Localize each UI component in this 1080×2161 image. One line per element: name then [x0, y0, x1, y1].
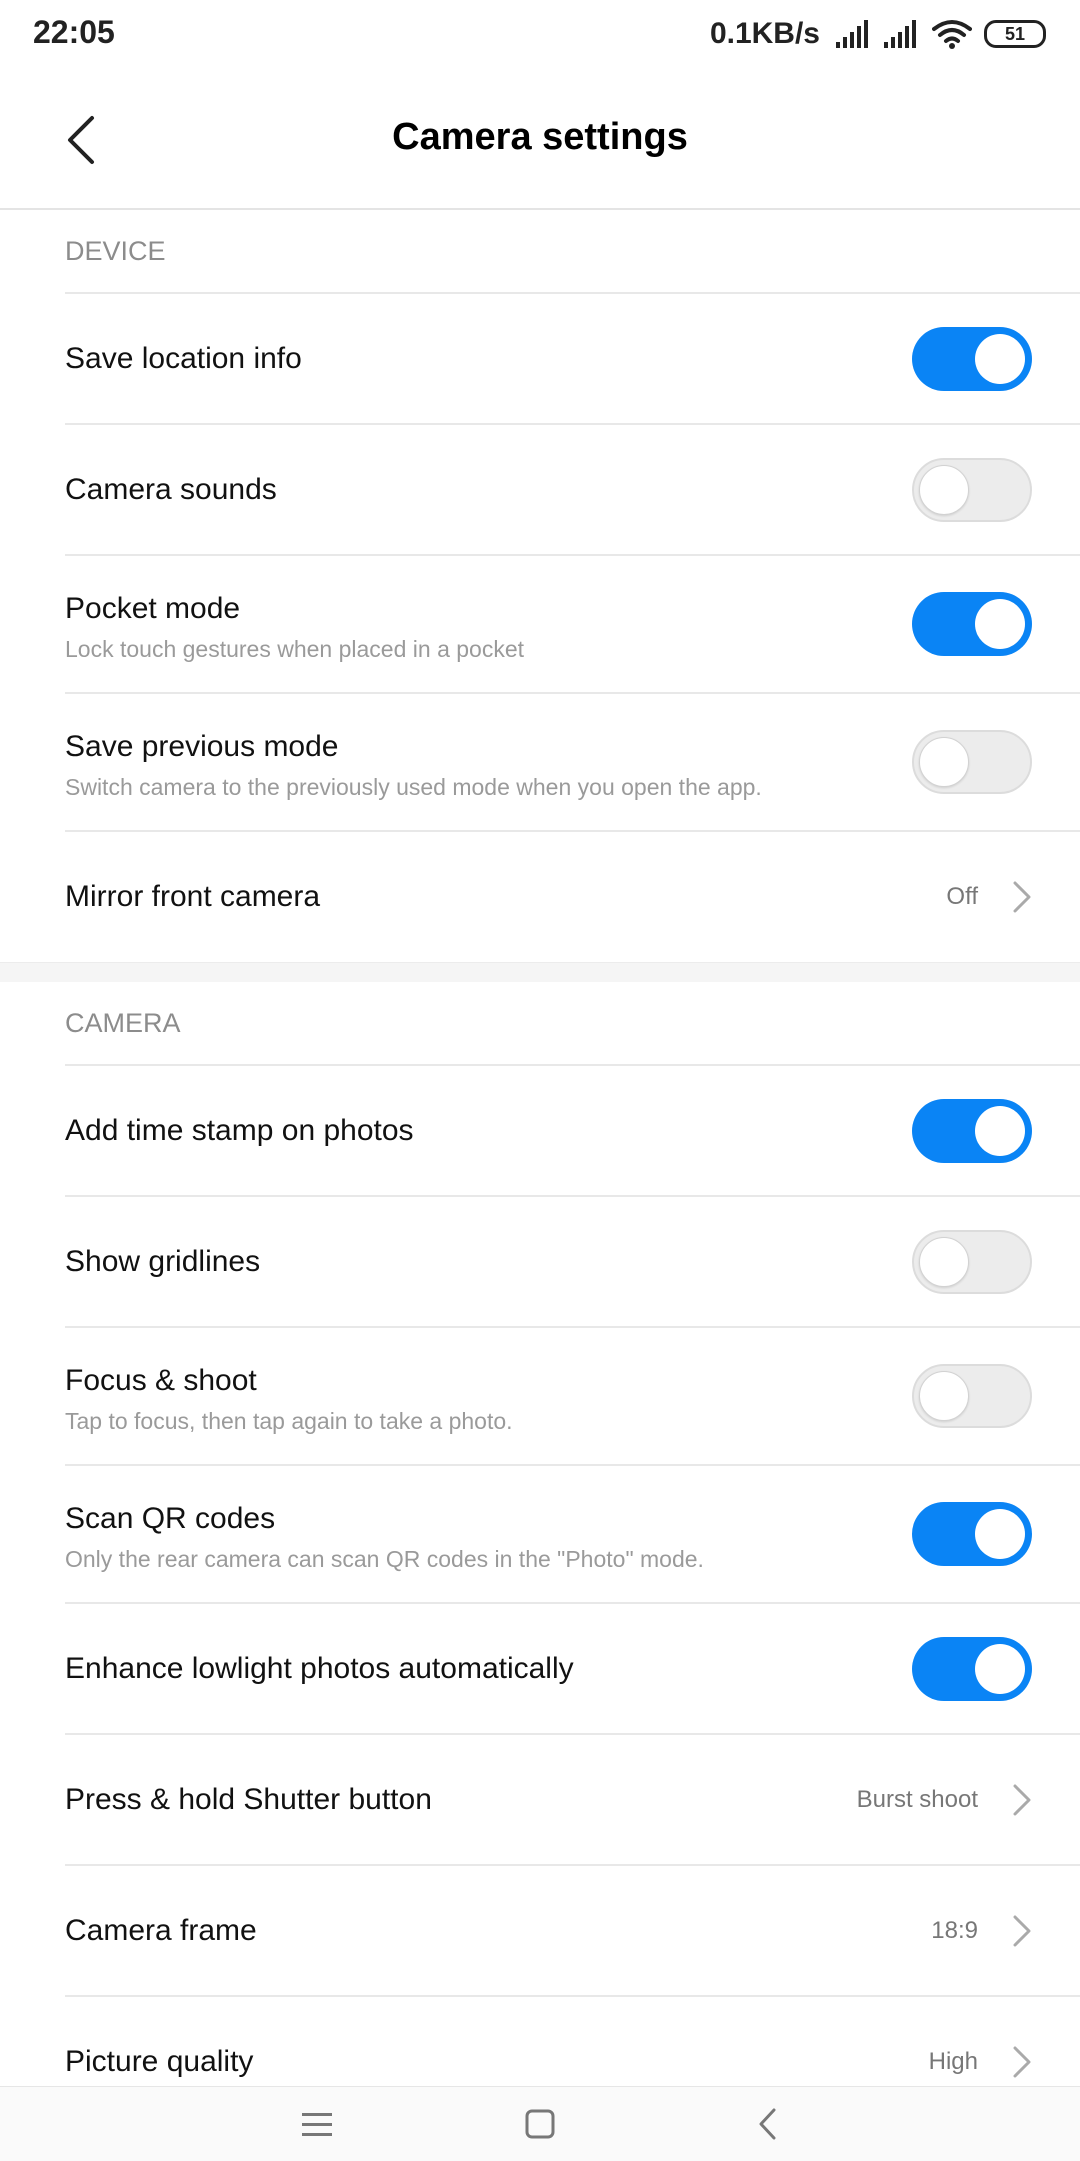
setting-scan-qr[interactable]: Scan QR codes Only the rear camera can s…: [65, 1466, 1080, 1604]
setting-value: High: [928, 2047, 978, 2075]
setting-subtitle: Lock touch gestures when placed in a poc…: [65, 636, 525, 662]
chevron-right-icon: [1013, 1915, 1031, 1946]
camera-section: CAMERA Add time stamp on photos Show gri…: [0, 982, 1080, 2126]
app-header: Camera settings: [0, 70, 1080, 210]
toggle-scan-qr[interactable]: [912, 1502, 1032, 1566]
section-divider: [0, 962, 1080, 984]
toggle-save-location[interactable]: [912, 326, 1032, 391]
net-speed: 0.1KB/s: [709, 17, 820, 50]
navigation-bar: [0, 2086, 1080, 2161]
setting-time-stamp[interactable]: Add time stamp on photos: [65, 1066, 1080, 1197]
menu-icon: [302, 2113, 332, 2136]
setting-value: 18:9: [931, 1916, 978, 1944]
signal-icon: [836, 20, 868, 48]
setting-subtitle: Switch camera to the previously used mod…: [65, 774, 762, 800]
chevron-right-icon: [1013, 881, 1031, 912]
setting-title: Scan QR codes: [65, 1502, 276, 1535]
status-icons: 0.1KB/s 51: [710, 12, 1046, 56]
menu-button[interactable]: [292, 2099, 342, 2149]
setting-title: Focus & shoot: [65, 1364, 257, 1397]
setting-title: Camera sounds: [65, 472, 277, 506]
wifi-icon: [932, 20, 972, 49]
chevron-right-icon: [1013, 2046, 1031, 2077]
toggle-enhance-lowlight[interactable]: [912, 1636, 1032, 1701]
setting-title: Save location info: [65, 341, 302, 375]
toggle-camera-sounds[interactable]: [912, 457, 1032, 522]
setting-value: Off: [946, 882, 978, 910]
setting-title: Enhance lowlight photos automatically: [65, 1651, 574, 1685]
setting-title: Show gridlines: [65, 1244, 261, 1278]
setting-title: Add time stamp on photos: [65, 1113, 414, 1147]
signal-icon: [884, 20, 916, 48]
setting-pocket-mode[interactable]: Pocket mode Lock touch gestures when pla…: [65, 556, 1080, 694]
chevron-right-icon: [1013, 1784, 1031, 1815]
status-time: 22:05: [33, 14, 115, 50]
toggle-save-previous-mode[interactable]: [912, 730, 1032, 794]
section-header-device: DEVICE: [65, 210, 1080, 294]
battery-icon: 51: [984, 20, 1046, 48]
setting-title: Mirror front camera: [65, 879, 321, 913]
toggle-time-stamp[interactable]: [912, 1098, 1032, 1163]
home-icon: [525, 2109, 555, 2139]
setting-camera-sounds[interactable]: Camera sounds: [65, 425, 1080, 556]
setting-mirror-front-camera[interactable]: Mirror front camera Off: [65, 832, 1080, 961]
setting-press-hold-shutter[interactable]: Press & hold Shutter button Burst shoot: [65, 1735, 1080, 1866]
device-section: DEVICE Save location info Camera sounds …: [0, 210, 1080, 961]
back-icon: [759, 2108, 776, 2140]
setting-focus-shoot[interactable]: Focus & shoot Tap to focus, then tap aga…: [65, 1328, 1080, 1466]
setting-title: Save previous mode: [65, 730, 339, 763]
home-button[interactable]: [515, 2099, 565, 2149]
setting-enhance-lowlight[interactable]: Enhance lowlight photos automatically: [65, 1604, 1080, 1735]
setting-value: Burst shoot: [856, 1785, 978, 1813]
setting-camera-frame[interactable]: Camera frame 18:9: [65, 1866, 1080, 1997]
toggle-pocket-mode[interactable]: [912, 592, 1032, 656]
section-header-camera: CAMERA: [65, 982, 1080, 1066]
setting-title: Press & hold Shutter button: [65, 1782, 432, 1816]
status-bar: 22:05 0.1KB/s 51: [0, 0, 1080, 70]
setting-show-gridlines[interactable]: Show gridlines: [65, 1197, 1080, 1328]
setting-save-previous-mode[interactable]: Save previous mode Switch camera to the …: [65, 694, 1080, 832]
nav-back-button[interactable]: [743, 2099, 793, 2149]
setting-subtitle: Tap to focus, then tap again to take a p…: [65, 1408, 513, 1434]
setting-subtitle: Only the rear camera can scan QR codes i…: [65, 1546, 704, 1572]
setting-title: Picture quality: [65, 2044, 254, 2078]
page-title: Camera settings: [392, 116, 688, 158]
setting-title: Pocket mode: [65, 592, 241, 625]
setting-title: Camera frame: [65, 1913, 257, 1947]
toggle-show-gridlines[interactable]: [912, 1229, 1032, 1294]
setting-save-location[interactable]: Save location info: [65, 294, 1080, 425]
toggle-focus-shoot[interactable]: [912, 1364, 1032, 1428]
